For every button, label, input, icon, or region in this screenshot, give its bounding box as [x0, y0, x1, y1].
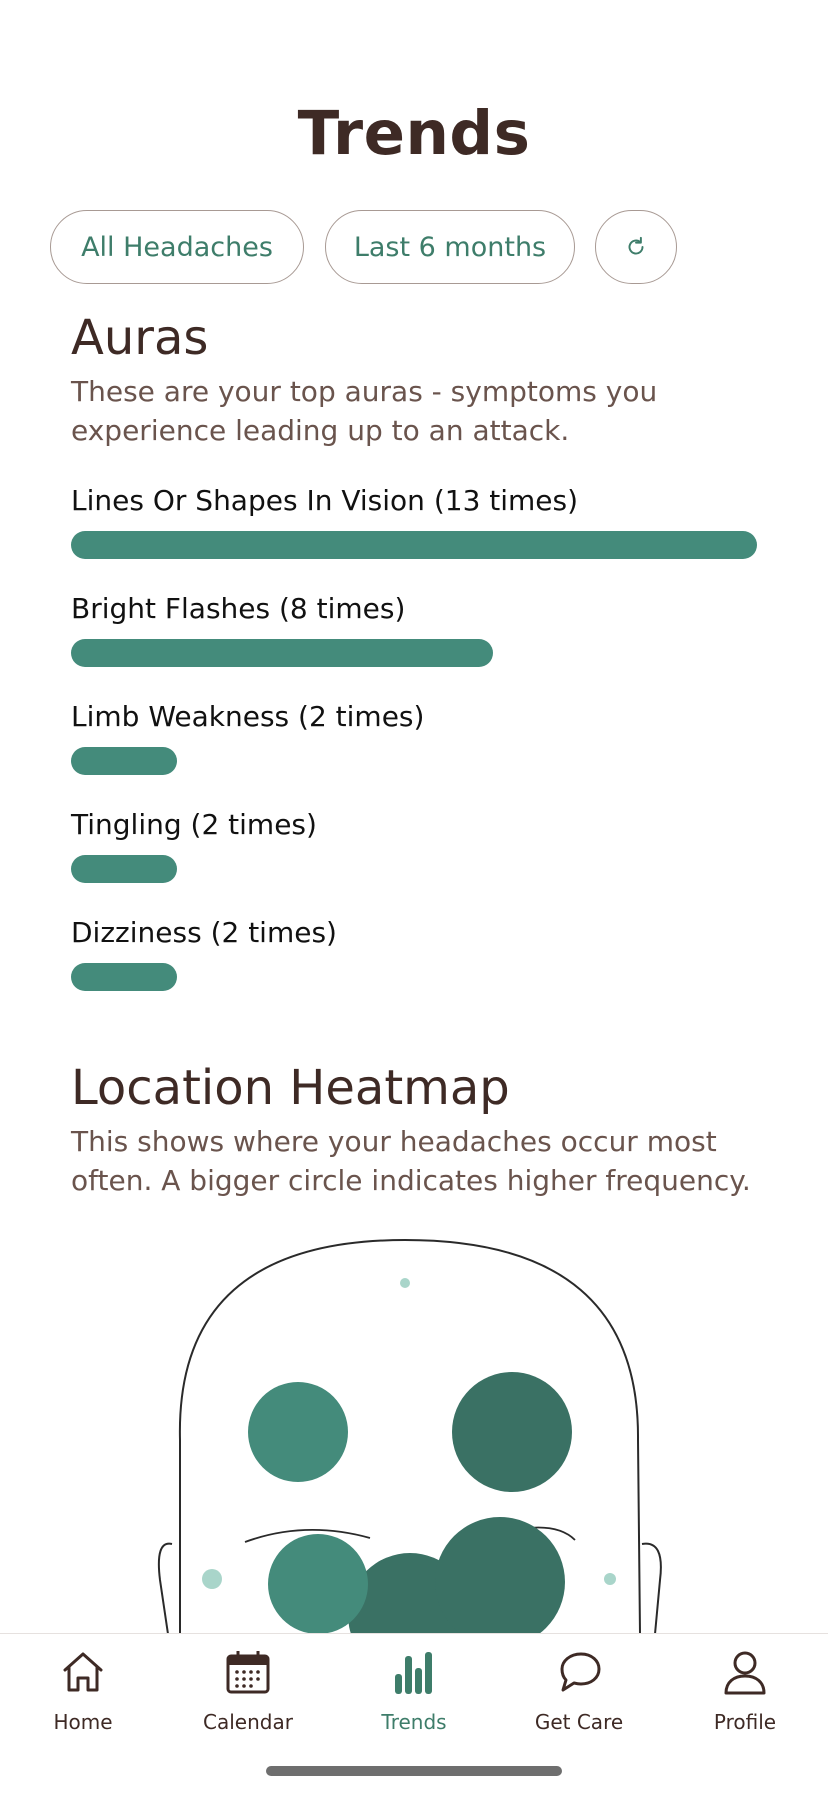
- home-icon: [63, 1652, 103, 1692]
- heatmap-spot: [435, 1517, 565, 1634]
- heatmap-spot: [604, 1573, 616, 1585]
- tab-get-care[interactable]: Get Care: [496, 1648, 662, 1748]
- aura-bar: [71, 747, 177, 775]
- tab-profile[interactable]: Profile: [662, 1648, 828, 1748]
- aura-label: Bright Flashes (8 times): [71, 592, 406, 625]
- aura-label: Dizziness (2 times): [71, 916, 337, 949]
- aura-bar: [71, 639, 493, 667]
- refresh-button[interactable]: [595, 210, 677, 284]
- tab-trends[interactable]: Trends: [331, 1648, 497, 1748]
- person-icon: [724, 1651, 766, 1695]
- heatmap-heading: Location Heatmap: [71, 1060, 510, 1116]
- period-filter-label: Last 6 months: [353, 231, 547, 263]
- headache-type-filter-label: All Headaches: [81, 231, 273, 263]
- tab-profile-label: Profile: [713, 1710, 777, 1734]
- aura-bar: [71, 963, 177, 991]
- aura-bar: [71, 855, 177, 883]
- heatmap-description: This shows where your headaches occur mo…: [71, 1125, 751, 1197]
- page-title: Trends: [297, 98, 531, 169]
- aura-label: Tingling (2 times): [71, 808, 317, 841]
- refresh-icon: [628, 236, 644, 255]
- left-ear: [157, 1542, 173, 1634]
- tab-calendar-label: Calendar: [203, 1710, 293, 1734]
- auras-heading: Auras: [71, 310, 209, 366]
- head-heatmap: [0, 1220, 828, 1634]
- home-indicator: [266, 1766, 562, 1776]
- chat-bubble-icon: [560, 1652, 601, 1692]
- tab-home-label: Home: [53, 1710, 113, 1734]
- head-outline-illustration: [157, 1238, 662, 1634]
- aura-bar: [71, 531, 757, 559]
- tab-trends-label: Trends: [381, 1710, 447, 1734]
- aura-label: Limb Weakness (2 times): [71, 700, 425, 733]
- auras-description: These are your top auras - symptoms you …: [71, 375, 658, 447]
- heatmap-spot: [248, 1382, 348, 1482]
- period-filter[interactable]: Last 6 months: [325, 210, 575, 284]
- tab-home[interactable]: Home: [0, 1648, 166, 1748]
- heatmap-spot: [202, 1569, 222, 1589]
- headache-type-filter[interactable]: All Headaches: [50, 210, 304, 284]
- heatmap-spot: [268, 1534, 368, 1634]
- calendar-icon: [226, 1651, 270, 1694]
- aura-label: Lines Or Shapes In Vision (13 times): [71, 484, 579, 517]
- bar-chart-icon: [395, 1652, 432, 1694]
- tab-calendar[interactable]: Calendar: [165, 1648, 331, 1748]
- heatmap-spot: [452, 1372, 572, 1492]
- right-ear: [641, 1542, 662, 1634]
- tab-get-care-label: Get Care: [534, 1710, 624, 1734]
- heatmap-spot: [400, 1278, 410, 1288]
